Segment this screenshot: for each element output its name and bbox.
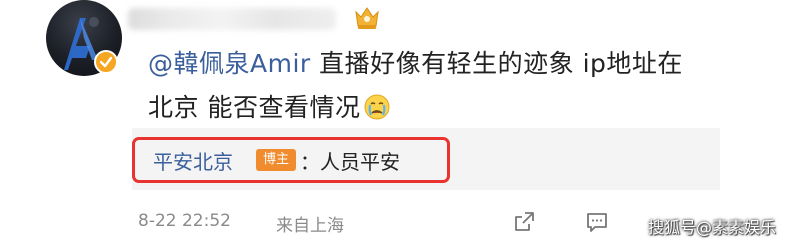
comment-timestamp: 8-22 22:52	[138, 211, 231, 231]
comment-text-continued: 北京 能否查看情况	[148, 93, 361, 122]
mention-link[interactable]: @韓佩泉Amir	[148, 49, 311, 78]
username-blurred[interactable]	[128, 8, 336, 30]
weibo-comment-card: @韓佩泉Amir 直播好像有轻生的迹象 ip地址在 北京 能否查看情况 平安北京…	[0, 0, 800, 244]
share-icon[interactable]	[512, 210, 536, 234]
comment-text-line-1: @韓佩泉Amir 直播好像有轻生的迹象 ip地址在	[148, 44, 683, 80]
crown-level-badge-icon	[355, 7, 379, 29]
blogger-tag: 博主	[256, 149, 296, 171]
reply-text: ：人员平安	[300, 150, 400, 174]
comment-text: 直播好像有轻生的迹象 ip地址在	[310, 49, 683, 78]
watermark: 搜狐号@素素娱乐	[648, 218, 777, 237]
comment-text-line-2: 北京 能否查看情况	[148, 88, 390, 124]
crying-face-icon	[364, 94, 390, 120]
verified-badge-icon	[94, 50, 118, 74]
comment-location: 来自上海	[276, 216, 344, 236]
reply-author-link[interactable]: 平安北京	[153, 146, 233, 175]
comment-icon[interactable]	[585, 210, 609, 234]
